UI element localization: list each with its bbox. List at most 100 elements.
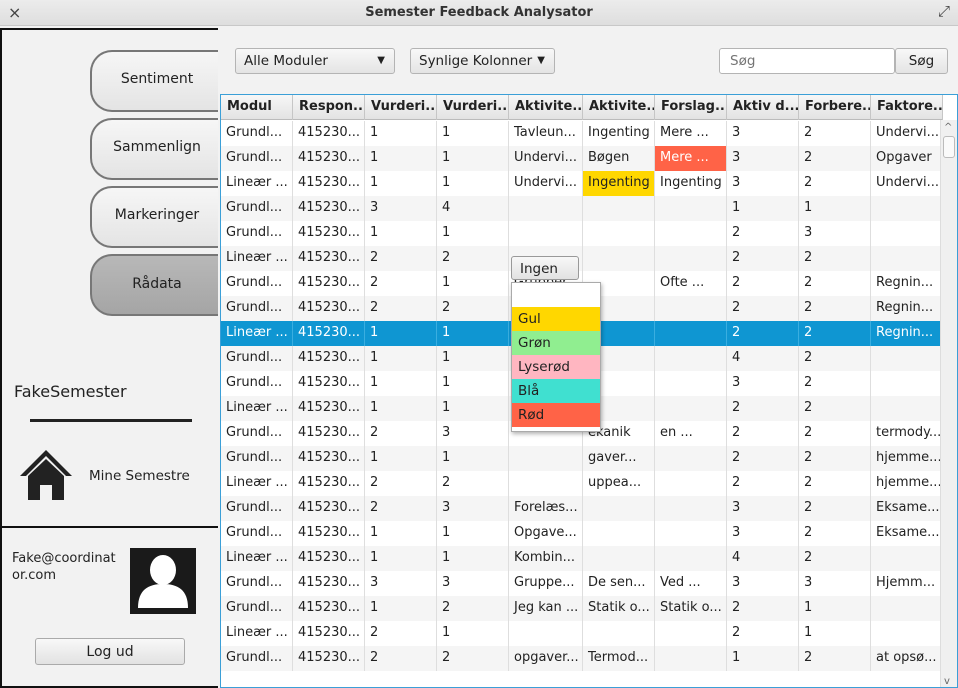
table-cell[interactable]: Lineær ... bbox=[221, 621, 293, 646]
search-button[interactable]: Søg bbox=[895, 48, 948, 74]
table-cell[interactable]: hjemme... bbox=[871, 471, 943, 496]
color-option[interactable]: Gul bbox=[512, 307, 600, 331]
table-cell[interactable]: Ingenting bbox=[655, 171, 727, 196]
table-cell[interactable]: 2 bbox=[799, 546, 871, 571]
table-cell[interactable]: 4 bbox=[727, 346, 799, 371]
table-cell[interactable] bbox=[655, 621, 727, 646]
table-cell[interactable]: 2 bbox=[727, 621, 799, 646]
table-cell[interactable]: Grundl... bbox=[221, 421, 293, 446]
column-header[interactable]: Respon... bbox=[293, 95, 365, 120]
table-cell[interactable] bbox=[655, 471, 727, 496]
table-cell[interactable]: 1 bbox=[365, 446, 437, 471]
table-cell[interactable]: Lineær ... bbox=[221, 321, 293, 346]
table-cell[interactable]: 415230... bbox=[293, 546, 365, 571]
table-cell[interactable] bbox=[583, 196, 655, 221]
table-cell[interactable]: 2 bbox=[437, 596, 509, 621]
table-cell[interactable]: 1 bbox=[365, 146, 437, 171]
table-cell[interactable]: 415230... bbox=[293, 571, 365, 596]
table-cell[interactable]: 415230... bbox=[293, 646, 365, 671]
table-cell[interactable]: Ofte ... bbox=[655, 271, 727, 296]
column-header[interactable]: Forslag... bbox=[655, 95, 727, 120]
table-cell[interactable]: Undervi... bbox=[871, 121, 943, 146]
module-dropdown[interactable]: Alle Moduler ▼ bbox=[235, 48, 395, 74]
column-header[interactable]: Forbere... bbox=[799, 95, 871, 120]
table-cell[interactable]: termody... bbox=[871, 421, 943, 446]
table-cell[interactable]: 1 bbox=[437, 621, 509, 646]
table-cell[interactable] bbox=[655, 396, 727, 421]
table-cell[interactable] bbox=[871, 346, 943, 371]
table-cell[interactable]: Bøgen bbox=[583, 146, 655, 171]
table-cell[interactable] bbox=[871, 621, 943, 646]
table-cell[interactable]: Mere ... bbox=[655, 121, 727, 146]
table-row[interactable]: Lineær ... 415230... 1 1 Undervi... Ingenting… bbox=[221, 171, 943, 196]
table-cell[interactable] bbox=[655, 521, 727, 546]
table-cell[interactable]: 1 bbox=[727, 646, 799, 671]
table-cell[interactable]: 2 bbox=[799, 121, 871, 146]
table-cell[interactable] bbox=[583, 621, 655, 646]
table-cell[interactable]: 3 bbox=[437, 496, 509, 521]
table-cell[interactable] bbox=[871, 396, 943, 421]
nav-markeringer-button[interactable]: Markeringer bbox=[90, 186, 222, 248]
table-cell[interactable]: 1 bbox=[437, 221, 509, 246]
column-header[interactable]: Aktivite... bbox=[583, 95, 655, 120]
color-option[interactable]: Blå bbox=[512, 379, 600, 403]
table-cell[interactable]: 415230... bbox=[293, 221, 365, 246]
table-row[interactable]: Grundl... 415230... 3 4 1 1 bbox=[221, 196, 943, 221]
table-cell[interactable]: 1 bbox=[437, 396, 509, 421]
table-cell[interactable]: 415230... bbox=[293, 196, 365, 221]
table-cell[interactable]: Statik o... bbox=[655, 596, 727, 621]
column-header[interactable]: Modul bbox=[221, 95, 293, 120]
table-cell[interactable]: opgaver... bbox=[509, 646, 583, 671]
table-cell[interactable] bbox=[509, 196, 583, 221]
table-cell[interactable]: 415230... bbox=[293, 496, 365, 521]
table-cell[interactable]: 2 bbox=[727, 396, 799, 421]
table-cell[interactable]: 1 bbox=[365, 546, 437, 571]
table-row[interactable]: Grundl... 415230... 1 1 Tavleun... Ingenting M… bbox=[221, 121, 943, 146]
table-cell[interactable]: 1 bbox=[437, 446, 509, 471]
table-cell[interactable]: Opgave... bbox=[509, 521, 583, 546]
table-cell[interactable]: Regnin... bbox=[871, 271, 943, 296]
table-cell[interactable]: gaver... bbox=[583, 446, 655, 471]
table-cell[interactable]: 415230... bbox=[293, 421, 365, 446]
table-cell[interactable]: 2 bbox=[365, 496, 437, 521]
table-cell[interactable]: 3 bbox=[727, 171, 799, 196]
scrollbar-thumb[interactable] bbox=[943, 136, 955, 158]
table-cell[interactable]: 2 bbox=[727, 596, 799, 621]
column-header[interactable]: Vurderi... bbox=[437, 95, 509, 120]
table-cell[interactable]: 1 bbox=[799, 196, 871, 221]
table-cell[interactable]: 2 bbox=[799, 171, 871, 196]
table-cell[interactable] bbox=[509, 221, 583, 246]
table-cell[interactable]: 415230... bbox=[293, 396, 365, 421]
table-cell[interactable]: 3 bbox=[727, 496, 799, 521]
table-cell[interactable]: 3 bbox=[727, 571, 799, 596]
table-cell[interactable]: 3 bbox=[437, 421, 509, 446]
table-cell[interactable] bbox=[655, 371, 727, 396]
table-cell[interactable]: 1 bbox=[437, 371, 509, 396]
color-option[interactable]: Ingen bbox=[512, 283, 600, 307]
table-cell[interactable]: 3 bbox=[365, 571, 437, 596]
column-header[interactable]: Aktivite... bbox=[509, 95, 583, 120]
table-cell[interactable]: Jeg kan ... bbox=[509, 596, 583, 621]
table-row[interactable]: Grundl... 415230... 1 1 Undervi... Bøgen Mere … bbox=[221, 146, 943, 171]
table-cell[interactable]: Grundl... bbox=[221, 196, 293, 221]
table-cell[interactable]: 415230... bbox=[293, 321, 365, 346]
table-cell[interactable]: 3 bbox=[727, 146, 799, 171]
table-row[interactable]: Grundl... 415230... 1 2 Jeg kan ... Statik o.… bbox=[221, 596, 943, 621]
home-icon[interactable] bbox=[18, 448, 74, 502]
table-cell[interactable]: 4 bbox=[437, 196, 509, 221]
table-cell[interactable]: 415230... bbox=[293, 296, 365, 321]
table-cell[interactable]: Grundl... bbox=[221, 146, 293, 171]
table-cell[interactable]: 2 bbox=[799, 446, 871, 471]
table-cell[interactable]: 2 bbox=[437, 296, 509, 321]
table-cell[interactable]: 1 bbox=[437, 546, 509, 571]
table-cell[interactable]: Lineær ... bbox=[221, 246, 293, 271]
table-cell[interactable]: 3 bbox=[727, 121, 799, 146]
table-cell[interactable] bbox=[655, 496, 727, 521]
table-cell[interactable]: 415230... bbox=[293, 446, 365, 471]
table-cell[interactable]: uppea... bbox=[583, 471, 655, 496]
table-cell[interactable]: 2 bbox=[727, 221, 799, 246]
table-cell[interactable]: Undervi... bbox=[509, 146, 583, 171]
table-cell[interactable] bbox=[583, 546, 655, 571]
column-header[interactable]: Faktore... bbox=[871, 95, 943, 120]
table-cell[interactable]: 1 bbox=[365, 346, 437, 371]
